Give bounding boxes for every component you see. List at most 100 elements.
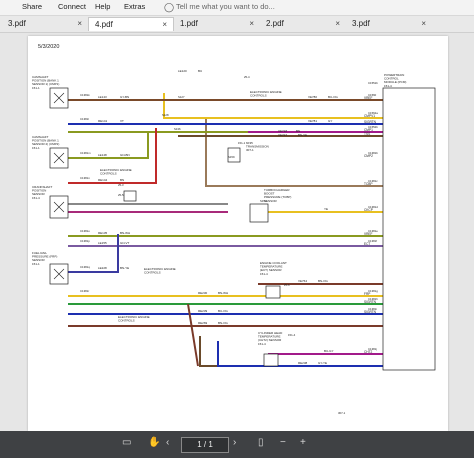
- wire-code-label: RE239: [198, 309, 208, 313]
- close-icon[interactable]: ×: [77, 17, 82, 31]
- pdf-page: 5/3/2020 CAMSHAFT POSITION (BANK 1 SENSO…: [28, 36, 448, 431]
- cht-sensor-box: [263, 353, 279, 367]
- component-label-ec4: CONTROLS: [118, 319, 135, 323]
- tab-bar: 3.pdf × 4.pdf × 1.pdf × 2.pdf × 3.pdf ×: [0, 16, 474, 33]
- turbo-sensor-box: [249, 203, 269, 223]
- wire-code-label: VE780: [308, 95, 317, 99]
- wire-code-label: BN-WH: [218, 291, 228, 295]
- component-label-cmp1: 151-1: [32, 86, 40, 90]
- wire-code-label: BU-OG: [218, 309, 229, 313]
- connector-label: 25-3: [118, 183, 124, 187]
- wire-code-label: BN-OG: [218, 321, 229, 325]
- menu-help[interactable]: Help: [95, 2, 110, 11]
- wiring-diagram: 5/3/2020 CAMSHAFTPOSITION (BANK 1SENSOR …: [32, 44, 436, 415]
- connector-label: C1381i: [368, 307, 377, 311]
- connector-label: 25-4: [244, 75, 250, 79]
- wire-code-label: VE781: [308, 119, 317, 123]
- prev-page-icon[interactable]: ‹: [166, 437, 169, 448]
- component-label-ckp: 151-4: [32, 196, 40, 200]
- wire-code-label: BU-GY: [324, 349, 334, 353]
- close-icon[interactable]: ×: [335, 17, 340, 31]
- pcm-pin-label: TSS: [364, 132, 370, 136]
- sensor-x-marks: [53, 92, 65, 280]
- wire-code-label: RE141: [98, 119, 108, 123]
- fit-page-icon[interactable]: ▭: [122, 437, 131, 448]
- connector-label: C1381f: [368, 239, 377, 243]
- wire-code-label: LE143: [98, 95, 107, 99]
- component-label-cht: 151-4: [258, 342, 266, 346]
- single-page-icon[interactable]: ▯: [258, 437, 264, 448]
- component-label-cmp2: 151-1: [32, 146, 40, 150]
- wire-code-label: GY: [328, 119, 332, 123]
- pcm-box: [382, 87, 436, 371]
- connector-label: C1381b: [368, 151, 378, 155]
- menu-connect[interactable]: Connect: [58, 2, 86, 11]
- menu-share[interactable]: Share: [22, 2, 42, 11]
- connector-label: 151-4: [288, 333, 296, 337]
- connector-label: C1551b: [368, 81, 378, 85]
- connector-label: C1381q: [80, 265, 90, 269]
- wire-code-label: RE135: [98, 231, 108, 235]
- connector-label: C1381h: [368, 297, 378, 301]
- wire-code-label: RE238: [298, 361, 308, 365]
- connector-label: C1381l: [80, 117, 89, 121]
- tab-label: 2.pdf: [266, 19, 284, 28]
- wires: [68, 93, 383, 367]
- connector-label: C1381m: [80, 151, 91, 155]
- connector-label: C1562a: [368, 111, 378, 115]
- wire-code-label: GN-VT: [120, 241, 130, 245]
- zoom-in-icon[interactable]: +: [300, 437, 306, 448]
- close-icon[interactable]: ×: [421, 17, 426, 31]
- connector-label: C1552b: [368, 125, 378, 129]
- tab-1pdf[interactable]: 1.pdf ×: [174, 17, 260, 31]
- connector-label: 25-6: [284, 283, 290, 287]
- next-page-icon[interactable]: ›: [233, 437, 236, 448]
- menu-extras[interactable]: Extras: [124, 2, 145, 11]
- connector-label: C1381d: [368, 205, 378, 209]
- tab-3pdf-a[interactable]: 3.pdf ×: [2, 17, 88, 31]
- tab-4pdf[interactable]: 4.pdf ×: [88, 17, 174, 31]
- connector-label: 25-5: [118, 193, 124, 197]
- wire-code-label: VE718: [278, 129, 287, 133]
- connector-label: C1381c: [368, 179, 378, 183]
- wire-code-label: RE144: [98, 178, 108, 182]
- wire-code-label: VE764: [298, 279, 307, 283]
- connector-label: 307-1: [338, 411, 346, 415]
- page-indicator[interactable]: 1 / 1: [181, 437, 229, 453]
- connector-label: S159: [228, 155, 235, 159]
- tab-2pdf[interactable]: 2.pdf ×: [260, 17, 346, 31]
- wire-code-label: VT: [120, 119, 124, 123]
- connector-label: C1381j: [368, 347, 377, 351]
- connector-label: S153: [260, 199, 267, 203]
- connector-label: C1560: [368, 93, 377, 97]
- connector-label: S127: [178, 95, 185, 99]
- component-label-frp: 151-1: [32, 262, 40, 266]
- wire-code-label: BU-OG: [328, 95, 339, 99]
- connector-label: C1381e: [368, 229, 378, 233]
- tab-label: 4.pdf: [95, 20, 113, 29]
- connector-label: C1381k: [80, 93, 90, 97]
- close-icon[interactable]: ×: [162, 18, 167, 32]
- wire-code-label: RE269: [198, 321, 208, 325]
- wire-brown-4: [199, 336, 258, 367]
- document-date: 5/3/2020: [38, 44, 59, 50]
- tell-me-search[interactable]: Tell me what you want to do...: [176, 2, 275, 11]
- wire-code-label: LE148: [98, 153, 107, 157]
- component-label-ec3: CONTROLS: [144, 271, 161, 275]
- tab-label: 3.pdf: [8, 19, 26, 28]
- close-icon[interactable]: ×: [249, 17, 254, 31]
- pcm-pin-labels: VREFCMPV1SIGRTNCMP1TSSCMP2TCBPCKCPVREFEC…: [364, 96, 377, 354]
- bottom-toolbar: ▭ ✋ ‹ 1 / 1 › ▯ − +: [0, 431, 474, 458]
- zoom-out-icon[interactable]: −: [280, 437, 286, 448]
- hand-tool-icon[interactable]: ✋: [148, 437, 160, 448]
- tab-label: 1.pdf: [180, 19, 198, 28]
- tab-3pdf-b[interactable]: 3.pdf ×: [346, 17, 432, 31]
- wire-code-label: VE727: [278, 133, 287, 137]
- wire-navy-1: [68, 234, 119, 273]
- wire-code-label: BN: [120, 178, 124, 182]
- s-splice-box: [123, 190, 137, 202]
- wire-code-label: GY-YE: [318, 361, 327, 365]
- wire-code-label: LE228: [98, 266, 107, 270]
- wire-code-label: YE: [324, 207, 328, 211]
- connector-label: C1381o: [80, 229, 90, 233]
